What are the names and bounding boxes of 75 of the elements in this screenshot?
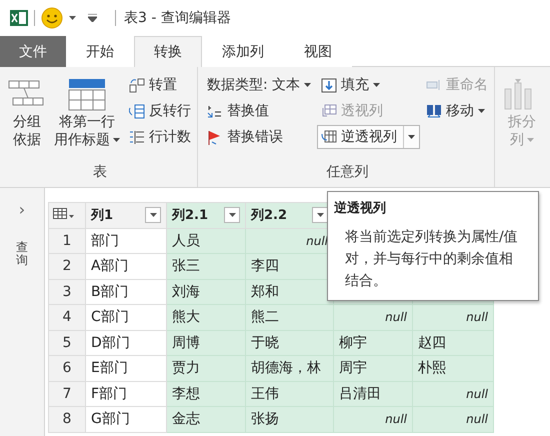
- move-icon: [426, 104, 442, 118]
- caret-icon: [69, 16, 76, 20]
- table-cell: 胡德海，林: [246, 356, 334, 381]
- group-label: 表: [93, 163, 107, 182]
- table-cell: 贾力: [166, 356, 246, 381]
- ribbon-button[interactable]: 转置: [125, 73, 195, 97]
- table-cell: 张三: [166, 254, 246, 279]
- row-number: 7: [48, 381, 86, 406]
- null-cell: null: [334, 406, 412, 432]
- caret-icon: [316, 213, 324, 218]
- customize-icon: [88, 14, 97, 22]
- ribbon-button[interactable]: 替换值: [203, 99, 316, 123]
- filter-button[interactable]: [145, 207, 161, 224]
- table-cell: 王伟: [246, 381, 334, 406]
- header-row-icon: [68, 79, 106, 111]
- table-cell: 赵四: [412, 330, 494, 356]
- table-cell: 吕清田: [334, 381, 412, 406]
- row-number: 6: [48, 356, 86, 381]
- ribbon-button[interactable]: 逆透视列: [317, 125, 420, 149]
- row-number: 8: [48, 406, 86, 432]
- ribbon-button[interactable]: 替换错误: [203, 125, 316, 149]
- table-cell: 周博: [166, 330, 246, 356]
- table-cell: 人员: [166, 228, 246, 254]
- tooltip-text: 将当前选定列转换为属性/值对，并与每行中的剩余值相结合。: [345, 228, 518, 291]
- caret-icon: [150, 213, 156, 218]
- null-cell: null: [412, 406, 494, 432]
- queries-label: 查询: [16, 241, 28, 268]
- smiley-icon: [41, 7, 63, 29]
- column-label: 列2.2: [251, 207, 288, 224]
- table-cell: 于晓: [246, 330, 334, 356]
- group-label: 任意列: [326, 163, 369, 182]
- table-cell: 熊二: [246, 304, 334, 330]
- row-number: 5: [48, 330, 86, 356]
- rename-icon: [426, 78, 442, 92]
- fill-down-icon: [321, 78, 338, 92]
- row-number: 1: [48, 228, 86, 254]
- table-cell: 周宇: [334, 356, 412, 381]
- null-cell: null: [412, 304, 494, 330]
- ribbon-button[interactable]: 反转行: [125, 99, 195, 123]
- row-number: 3: [48, 279, 86, 304]
- tooltip-title: 逆透视列: [334, 200, 387, 217]
- table-cell: 刘海: [166, 279, 246, 304]
- ribbon-button[interactable]: 数据类型: 文本: [203, 73, 316, 97]
- ribbon-button[interactable]: 移动: [422, 99, 492, 123]
- excel-icon: [10, 9, 28, 27]
- ribbon-tab[interactable]: 转换: [134, 36, 202, 67]
- table-cell: 李想: [166, 381, 246, 406]
- table-cell: 柳宇: [334, 330, 412, 356]
- caret-icon: [228, 213, 236, 218]
- replace-values-icon: [207, 104, 223, 118]
- table-cell: 金志: [166, 406, 246, 432]
- window-title: 表3 - 查询编辑器: [124, 9, 231, 27]
- null-cell: null: [412, 381, 494, 406]
- row-count-icon: [129, 130, 145, 144]
- ribbon-button[interactable]: 填充: [317, 73, 420, 97]
- expand-toggle[interactable]: ›: [18, 200, 26, 219]
- ribbon-button[interactable]: 将第一行 用作标题: [51, 73, 123, 159]
- ribbon-button[interactable]: 分组 依据: [5, 73, 49, 159]
- column-label: 列1: [91, 207, 114, 224]
- transpose-icon: [129, 78, 145, 92]
- unpivot-icon: [321, 130, 338, 144]
- column-label: 列2.1: [172, 207, 208, 224]
- row-number: 4: [48, 304, 86, 330]
- table-cell: 熊大: [166, 304, 246, 330]
- table-cell: 朴熙: [412, 356, 494, 381]
- filter-button[interactable]: [312, 207, 328, 224]
- table-menu-icon: [53, 207, 75, 220]
- table-cell: 张扬: [246, 406, 334, 432]
- filter-button[interactable]: [224, 207, 240, 224]
- reverse-rows-icon: [129, 104, 145, 118]
- pivot-icon: [321, 104, 338, 118]
- row-number: 2: [48, 254, 86, 279]
- ribbon-button[interactable]: 行计数: [125, 125, 195, 149]
- ribbon-tab[interactable]: 文件: [0, 36, 66, 67]
- null-cell: null: [334, 304, 412, 330]
